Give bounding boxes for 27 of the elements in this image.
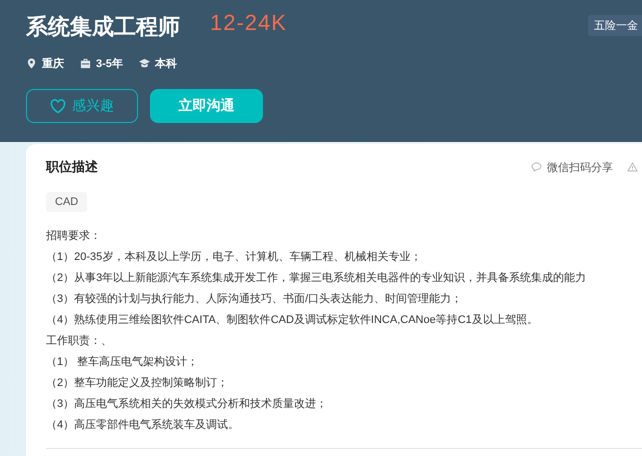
- heart-icon: [50, 98, 66, 114]
- description-line: （2）整车功能定义及控制策略制订；: [46, 376, 230, 391]
- chat-button[interactable]: 立即沟通: [150, 89, 263, 123]
- description-line: 工作职责：、: [46, 334, 113, 349]
- job-meta: 本科: [154, 56, 177, 71]
- interest-button[interactable]: 感兴趣: [26, 89, 138, 123]
- description-line: （4）熟练使用三维绘图软件CAITA、制图软件CAD及调试标定软件INCA,CANoe等持C1及以上驾照。: [46, 312, 539, 328]
- description-line: （2）从事3年以上新能源汽车系统集成开发工作，掌握三电系统相关电器件的专业知识，并具备系统集成的能力: [46, 270, 588, 286]
- description-line: （1）20-35岁，本科及以上学历，电子、计算机、车辆工程、机械相关专业；: [46, 250, 422, 265]
- description-line: （3）高压电气系统相关的失效模式分析和技术质量改进；: [46, 396, 328, 412]
- graduation-cap-icon: [138, 58, 150, 69]
- skill-tag: CAD: [46, 192, 88, 212]
- chat-bubble-icon: [531, 162, 542, 172]
- job-title: 系统集成工程师: [26, 13, 180, 41]
- briefcase-icon: [80, 58, 91, 69]
- share-link[interactable]: 微信扫码分享: [547, 160, 613, 174]
- location-pin-icon: [26, 58, 37, 69]
- job-meta: 3-5年: [96, 56, 123, 71]
- salary: 12-24K: [210, 10, 287, 36]
- warning-icon[interactable]: [627, 162, 638, 172]
- description-line: （4）高压零部件电气系统装车及调试。: [46, 418, 240, 433]
- section-heading: 职位描述: [46, 158, 99, 176]
- description-line: （1） 整车高压电气架构设计；: [46, 354, 200, 370]
- description-line: 招聘要求：: [46, 229, 102, 244]
- benefit-tag: 五险一金: [588, 15, 642, 36]
- description-line: （3）有较强的计划与执行能力、人际沟通技巧、书面/口头表达能力、时间管理能力；: [46, 292, 464, 307]
- job-meta: 重庆: [42, 56, 64, 71]
